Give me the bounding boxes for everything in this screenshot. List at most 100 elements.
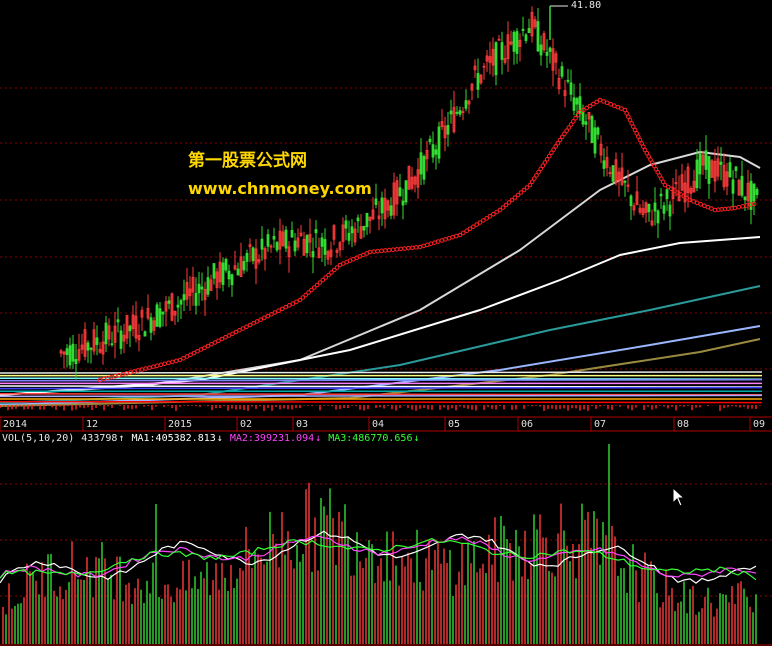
price-candles	[59, 5, 759, 380]
candle-body	[71, 343, 75, 362]
candle-body	[434, 149, 438, 155]
candle-body	[104, 322, 108, 345]
candle-body	[161, 311, 165, 315]
candle-body	[212, 263, 216, 279]
candle-body	[662, 205, 666, 214]
candle-body	[431, 144, 435, 158]
candle-body	[602, 160, 606, 169]
sar-dot	[428, 241, 434, 247]
candle-body	[275, 242, 279, 251]
arrow-down-icon: ↓	[315, 433, 322, 444]
sar-dot	[383, 248, 388, 253]
candle-body	[320, 237, 324, 247]
ma3-label: MA3:486770.656	[328, 433, 413, 444]
candle-body	[419, 152, 423, 175]
candle-body	[572, 97, 576, 111]
candle-body	[314, 229, 318, 234]
moving-average-lines	[0, 151, 763, 407]
sar-dot	[736, 204, 742, 210]
sar-dot	[709, 206, 714, 211]
x-tick-label: 2014	[3, 419, 28, 430]
candle-body	[623, 180, 627, 183]
candle-body	[698, 153, 702, 175]
candle-body	[323, 239, 327, 255]
sar-dot	[413, 245, 419, 250]
sar-dot	[398, 246, 404, 252]
candle-body	[65, 348, 69, 356]
candle-body	[293, 240, 297, 252]
sar-dot	[446, 235, 452, 241]
candle-body	[110, 343, 114, 346]
sar-dot	[379, 248, 384, 254]
candle-body	[743, 196, 747, 201]
candle-body	[449, 110, 453, 115]
sar-dot	[154, 363, 160, 369]
candle-body	[656, 210, 660, 224]
sar-dot	[402, 246, 407, 251]
candle-body	[128, 325, 132, 332]
sar-dot	[375, 248, 380, 254]
candle-body	[734, 166, 738, 171]
x-tick-label: 06	[521, 419, 534, 430]
candle-body	[719, 161, 723, 165]
candle-body	[398, 187, 402, 197]
x-tick-label: 03	[296, 419, 309, 430]
candle-body	[611, 165, 615, 182]
sar-dot	[276, 308, 281, 314]
x-tick-label: 2015	[168, 419, 193, 430]
sar-dot	[261, 315, 267, 321]
candle-body	[224, 258, 228, 271]
candle-body	[464, 100, 468, 109]
x-tick-label: 04	[372, 419, 385, 430]
candle-body	[356, 217, 360, 222]
candle-body	[290, 229, 294, 238]
candle-body	[740, 175, 744, 196]
candle-body	[182, 294, 186, 301]
candle-body	[593, 127, 597, 154]
sar-dot	[367, 249, 373, 255]
sar-dot	[611, 103, 617, 109]
sar-dot	[694, 200, 700, 206]
candle-body	[596, 127, 600, 135]
sar-dot	[294, 299, 299, 305]
mouse-cursor-icon	[672, 487, 686, 507]
current-volume: 433798	[81, 433, 118, 444]
candle-body	[437, 126, 441, 159]
sar-dot	[608, 101, 614, 107]
candle-body	[242, 261, 246, 271]
x-tick-label: 12	[86, 419, 99, 430]
candle-body	[500, 42, 504, 60]
candle-body	[116, 319, 120, 323]
ma1-label: MA1:405382.813	[131, 433, 216, 444]
candle-body	[455, 111, 459, 114]
candle-body	[647, 203, 651, 213]
candle-body	[167, 300, 171, 304]
candle-body	[206, 277, 210, 295]
candle-body	[380, 197, 384, 214]
candle-body	[344, 220, 348, 229]
indicator-name: VOL(5,10,20)	[2, 433, 75, 444]
sar-dot	[251, 320, 256, 326]
candle-body	[401, 200, 405, 206]
candle-body	[545, 51, 549, 56]
sar-dot	[698, 201, 704, 207]
candle-body	[95, 337, 99, 345]
candle-body	[260, 238, 264, 250]
sar-dot	[615, 104, 621, 110]
stock-chart	[0, 5, 772, 646]
candle-body	[404, 180, 408, 203]
ma-line	[0, 236, 761, 396]
sar-dot	[162, 361, 168, 367]
sar-dots	[0, 97, 761, 411]
sar-dot	[604, 100, 610, 106]
sar-dot	[247, 322, 253, 328]
candle-body	[566, 79, 570, 82]
sar-dot	[170, 359, 175, 365]
candle-body	[230, 274, 234, 286]
sar-dot	[173, 358, 179, 364]
sar-dot	[394, 247, 400, 252]
candle-body	[227, 270, 231, 280]
candle-body	[665, 189, 669, 200]
sar-dot	[135, 368, 141, 373]
candle-body	[365, 212, 369, 228]
